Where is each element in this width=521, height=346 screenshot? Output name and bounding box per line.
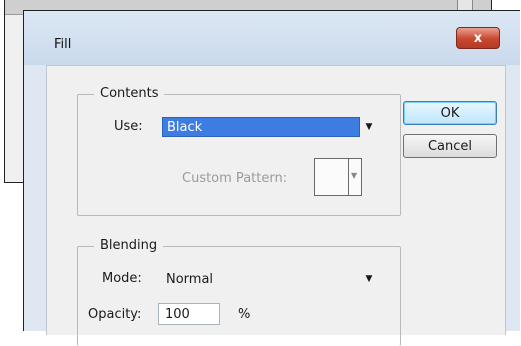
blending-group: Blending Mode: Normal ▼ Opacity: 100 % xyxy=(77,238,401,346)
custom-pattern-label: Custom Pattern: xyxy=(182,171,288,186)
use-dropdown[interactable]: Black ▼ xyxy=(162,117,378,137)
close-icon: x xyxy=(473,30,483,46)
chevron-down-icon: ▼ xyxy=(360,269,378,289)
contents-group: Contents Use: Black ▼ Custom Pattern: ▼ xyxy=(77,86,401,216)
opacity-label: Opacity: xyxy=(88,307,142,322)
cancel-button[interactable]: Cancel xyxy=(403,134,497,158)
opacity-input[interactable]: 100 xyxy=(158,303,220,325)
chevron-down-icon: ▼ xyxy=(360,117,378,137)
use-label: Use: xyxy=(114,119,143,134)
opacity-unit: % xyxy=(238,307,251,322)
mode-dropdown-value: Normal xyxy=(162,269,360,289)
custom-pattern-picker[interactable]: ▼ xyxy=(314,158,362,196)
blending-legend: Blending xyxy=(94,238,164,253)
dialog-body: Contents Use: Black ▼ Custom Pattern: ▼ … xyxy=(46,65,506,346)
contents-legend: Contents xyxy=(94,86,165,101)
close-button[interactable]: x xyxy=(456,27,500,49)
chevron-down-icon: ▼ xyxy=(351,171,358,180)
fill-dialog: Fill x Contents Use: Black ▼ Custom Patt… xyxy=(23,10,520,346)
pattern-picker-divider xyxy=(348,159,349,195)
opacity-value: 100 xyxy=(165,306,190,322)
mode-label: Mode: xyxy=(102,271,142,286)
mode-dropdown[interactable]: Normal ▼ xyxy=(162,269,378,289)
title-bar[interactable]: Fill x xyxy=(24,11,520,65)
ok-button[interactable]: OK xyxy=(403,101,497,125)
dialog-title: Fill xyxy=(54,37,72,52)
use-dropdown-value: Black xyxy=(162,117,360,137)
